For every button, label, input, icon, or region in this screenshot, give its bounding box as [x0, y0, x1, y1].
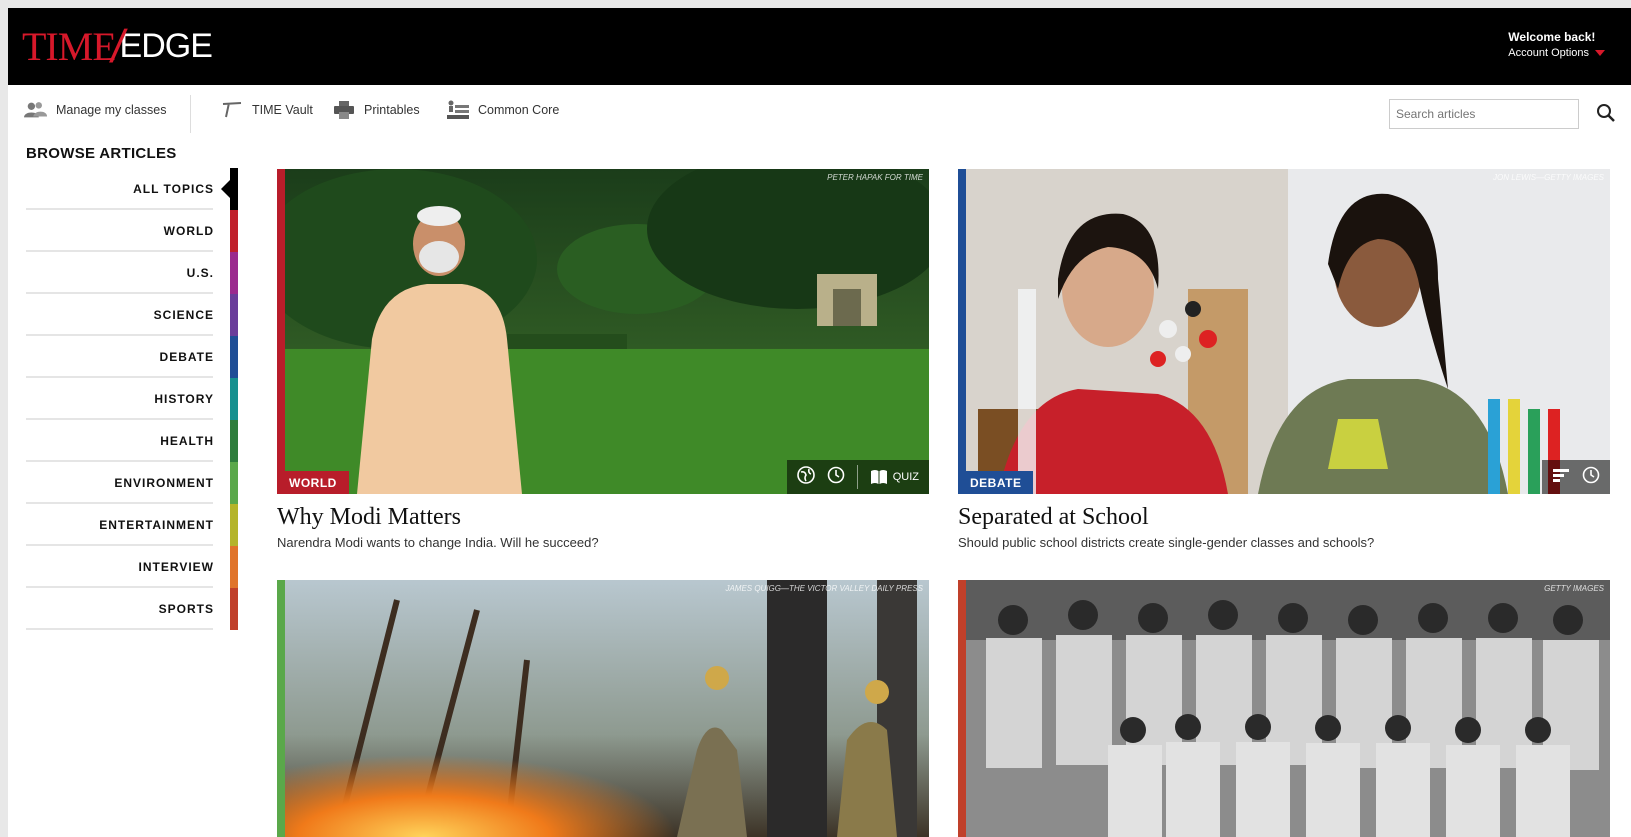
- article-card[interactable]: JON LEWIS—GETTY IMAGES DEBATE Separated …: [958, 169, 1610, 550]
- search-button[interactable]: [1593, 100, 1619, 126]
- topic-item-science[interactable]: SCIENCE: [26, 294, 248, 336]
- article-subtitle: Narendra Modi wants to change India. Wil…: [277, 535, 599, 550]
- topic-color-bar: [230, 252, 238, 294]
- article-actions: QUIZ: [786, 460, 929, 494]
- topic-color-bar: [230, 210, 238, 252]
- utility-toolbar: Manage my classes TIME Vault Printables …: [8, 85, 1631, 141]
- globe-icon[interactable]: [796, 465, 815, 489]
- topic-stripe: [958, 169, 966, 494]
- topic-item-sports[interactable]: SPORTS: [26, 588, 248, 630]
- welcome-text: Welcome back!: [1508, 30, 1596, 44]
- topic-item-debate[interactable]: DEBATE: [26, 336, 248, 378]
- photo-credit: GETTY IMAGES: [1544, 584, 1604, 593]
- article-image[interactable]: JAMES QUIGG—THE VICTOR VALLEY DAILY PRES…: [277, 580, 929, 837]
- topic-item-history[interactable]: HISTORY: [26, 378, 248, 420]
- history-icon[interactable]: [827, 466, 845, 489]
- topic-tag[interactable]: WORLD: [277, 471, 349, 494]
- time-vault-label: TIME Vault: [252, 103, 313, 117]
- account-options-label: Account Options: [1508, 47, 1589, 59]
- photo-credit: PETER HAPAK FOR TIME: [827, 173, 923, 182]
- topic-item-interview[interactable]: INTERVIEW: [26, 546, 248, 588]
- book-icon: [870, 470, 887, 484]
- manage-classes-label: Manage my classes: [56, 103, 167, 117]
- time-vault-icon: [220, 99, 244, 121]
- topic-label: SPORTS: [158, 602, 214, 616]
- article-card[interactable]: GETTY IMAGES: [958, 580, 1610, 837]
- account-options-link[interactable]: Account Options: [1508, 47, 1605, 59]
- manage-classes-link[interactable]: Manage my classes: [24, 99, 166, 121]
- photo-credit: JON LEWIS—GETTY IMAGES: [1493, 173, 1604, 182]
- article-actions: [1542, 460, 1610, 494]
- topic-stripe: [277, 169, 285, 494]
- topic-label: HEALTH: [160, 434, 214, 448]
- search-icon: [1597, 104, 1615, 122]
- topic-color-bar: [230, 378, 238, 420]
- article-image[interactable]: GETTY IMAGES: [958, 580, 1610, 837]
- account-area: Welcome back! Account Options: [1508, 30, 1605, 59]
- printer-icon: [332, 99, 356, 121]
- topic-label: U.S.: [186, 266, 214, 280]
- topic-color-bar: [230, 462, 238, 504]
- photo-credit: JAMES QUIGG—THE VICTOR VALLEY DAILY PRES…: [725, 584, 923, 593]
- topic-divider: [26, 628, 213, 630]
- topic-item-u-s[interactable]: U.S.: [26, 252, 248, 294]
- topic-item-world[interactable]: WORLD: [26, 210, 248, 252]
- article-image[interactable]: JON LEWIS—GETTY IMAGES DEBATE: [958, 169, 1610, 494]
- history-icon[interactable]: [1582, 466, 1600, 489]
- topic-stripe: [277, 580, 285, 837]
- topic-item-health[interactable]: HEALTH: [26, 420, 248, 462]
- topic-color-bar: [230, 336, 238, 378]
- topic-list: ALL TOPICS WORLD U.S. SCIENCE DEBATE HISTORY H…: [26, 168, 248, 630]
- toolbar-divider: [190, 95, 191, 133]
- topic-label: WORLD: [163, 224, 214, 238]
- quiz-label: QUIZ: [892, 471, 919, 483]
- topic-color-bar: [230, 546, 238, 588]
- quiz-button[interactable]: QUIZ: [870, 469, 919, 485]
- topic-color-bar: [230, 588, 238, 630]
- topic-label: DEBATE: [159, 350, 214, 364]
- logo-time-text: TIME: [22, 23, 117, 69]
- topic-item-all-topics[interactable]: ALL TOPICS: [26, 168, 248, 210]
- article-subtitle: Should public school districts create si…: [958, 535, 1375, 550]
- caret-down-icon: [1595, 50, 1605, 56]
- topic-color-bar: [230, 294, 238, 336]
- topic-label: ENTERTAINMENT: [99, 518, 214, 532]
- users-icon: [24, 99, 48, 121]
- topic-item-environment[interactable]: ENVIRONMENT: [26, 462, 248, 504]
- actions-divider: [856, 465, 858, 489]
- article-image[interactable]: PETER HAPAK FOR TIME WORLD QUIZ: [277, 169, 929, 494]
- time-vault-link[interactable]: TIME Vault: [220, 99, 313, 121]
- logo-edge-text: EDGE: [119, 26, 213, 65]
- common-core-icon: [446, 99, 470, 121]
- common-core-link[interactable]: Common Core: [446, 99, 559, 121]
- browse-articles-heading: BROWSE ARTICLES: [26, 145, 177, 162]
- topic-label: SCIENCE: [153, 308, 214, 322]
- topic-label: HISTORY: [154, 392, 214, 406]
- printables-link[interactable]: Printables: [332, 99, 420, 121]
- topic-color-bar: [230, 420, 238, 462]
- topic-label: ENVIRONMENT: [114, 476, 214, 490]
- topic-label: ALL TOPICS: [133, 182, 214, 196]
- search-input[interactable]: [1389, 99, 1579, 129]
- top-bar: TIME / EDGE Welcome back! Account Option…: [8, 8, 1631, 85]
- topic-label: INTERVIEW: [138, 560, 214, 574]
- topic-color-bar: [230, 504, 238, 546]
- time-edge-logo[interactable]: TIME / EDGE: [22, 20, 213, 72]
- article-card[interactable]: JAMES QUIGG—THE VICTOR VALLEY DAILY PRES…: [277, 580, 929, 837]
- topic-color-bar: [230, 168, 238, 210]
- topic-tag[interactable]: DEBATE: [958, 471, 1034, 494]
- article-title[interactable]: Separated at School: [958, 504, 1610, 531]
- topic-item-entertainment[interactable]: ENTERTAINMENT: [26, 504, 248, 546]
- printables-label: Printables: [364, 103, 420, 117]
- article-title[interactable]: Why Modi Matters: [277, 504, 929, 531]
- debate-icon[interactable]: [1552, 467, 1570, 488]
- article-card[interactable]: PETER HAPAK FOR TIME WORLD QUIZ Why Modi…: [277, 169, 929, 550]
- common-core-label: Common Core: [478, 103, 560, 117]
- topic-stripe: [958, 580, 966, 837]
- selected-pointer-icon: [221, 180, 230, 198]
